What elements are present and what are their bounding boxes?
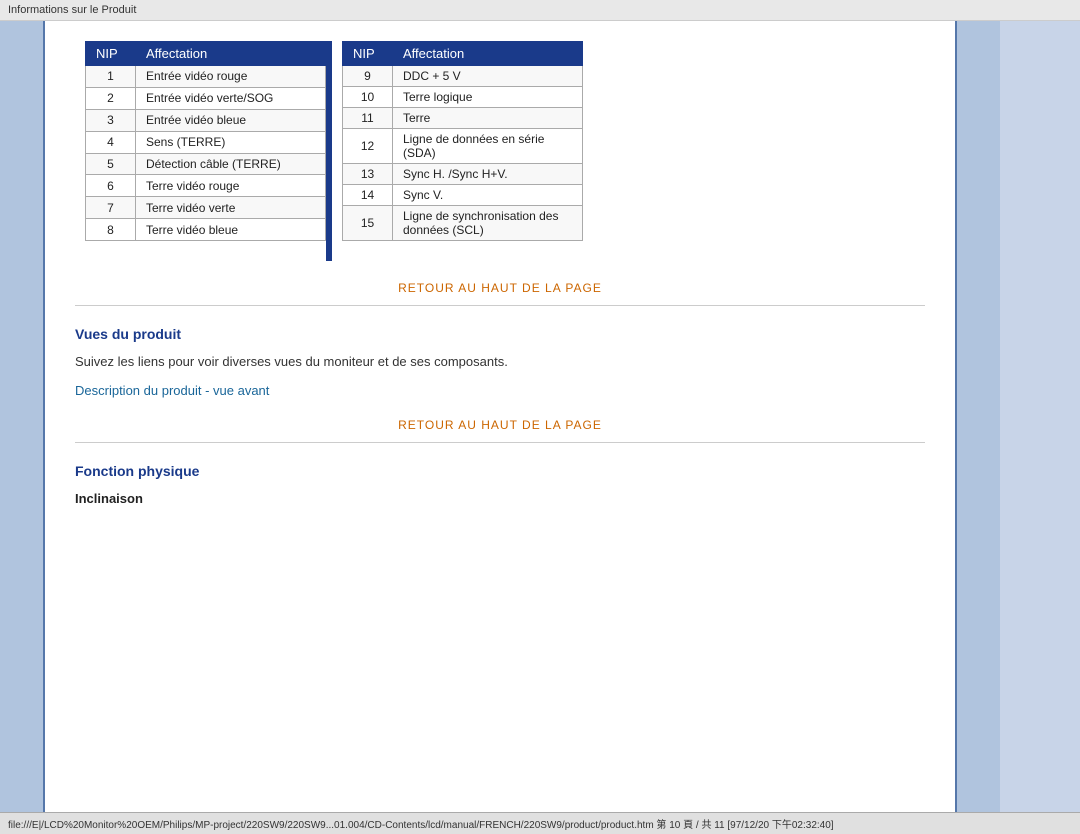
table-row: 12Ligne de données en série (SDA) [343,129,583,164]
table-cell-affectation: Sens (TERRE) [136,131,326,153]
table-cell-nip: 5 [86,153,136,175]
top-bar: Informations sur le Produit [0,0,1080,21]
vues-text: Suivez les liens pour voir diverses vues… [75,354,925,369]
divider-2 [75,442,925,443]
table-row: 14Sync V. [343,185,583,206]
table-row: 11Terre [343,108,583,129]
pin-table-right: NIP Affectation 9DDC + 5 V10Terre logiqu… [342,41,583,241]
table-cell-nip: 7 [86,197,136,219]
table-row: 15Ligne de synchronisation des données (… [343,206,583,241]
left-sidebar [0,21,45,812]
table-cell-nip: 9 [343,66,393,87]
divider-1 [75,305,925,306]
table-cell-affectation: Entrée vidéo verte/SOG [136,87,326,109]
table-right-header-nip: NIP [343,42,393,66]
table-row: 8Terre vidéo bleue [86,219,326,241]
content-area: NIP Affectation 1Entrée vidéo rouge2Entr… [45,21,955,812]
table-left-header-affectation: Affectation [136,42,326,66]
table-divider [326,41,332,261]
table-cell-nip: 3 [86,109,136,131]
table-cell-nip: 12 [343,129,393,164]
table-cell-affectation: Terre vidéo rouge [136,175,326,197]
table-row: 2Entrée vidéo verte/SOG [86,87,326,109]
table-cell-affectation: Détection câble (TERRE) [136,153,326,175]
retour-link-1[interactable]: RETOUR AU HAUT DE LA PAGE [75,281,925,295]
pin-table-wrapper: NIP Affectation 1Entrée vidéo rouge2Entr… [75,41,925,261]
table-right-header-affectation: Affectation [393,42,583,66]
table-row: 7Terre vidéo verte [86,197,326,219]
table-cell-affectation: Terre [393,108,583,129]
vues-title: Vues du produit [75,326,925,342]
table-cell-affectation: Terre vidéo verte [136,197,326,219]
table-cell-affectation: Sync H. /Sync H+V. [393,164,583,185]
table-cell-nip: 10 [343,87,393,108]
table-row: 10Terre logique [343,87,583,108]
table-cell-affectation: Ligne de synchronisation des données (SC… [393,206,583,241]
table-cell-nip: 1 [86,66,136,88]
right-sidebar [955,21,1000,812]
table-cell-affectation: Ligne de données en série (SDA) [393,129,583,164]
retour-link-2[interactable]: RETOUR AU HAUT DE LA PAGE [75,418,925,432]
table-cell-nip: 8 [86,219,136,241]
vues-link[interactable]: Description du produit - vue avant [75,383,925,398]
main-layout: NIP Affectation 1Entrée vidéo rouge2Entr… [0,21,1080,812]
table-row: 1Entrée vidéo rouge [86,66,326,88]
table-row: 5Détection câble (TERRE) [86,153,326,175]
table-row: 3Entrée vidéo bleue [86,109,326,131]
table-cell-affectation: DDC + 5 V [393,66,583,87]
far-right-sidebar [1000,21,1080,812]
table-cell-nip: 13 [343,164,393,185]
fonction-title: Fonction physique [75,463,925,479]
table-cell-nip: 14 [343,185,393,206]
table-row: 9DDC + 5 V [343,66,583,87]
bottom-bar-label: file:///E|/LCD%20Monitor%20OEM/Philips/M… [8,820,834,831]
table-cell-affectation: Terre vidéo bleue [136,219,326,241]
table-cell-affectation: Entrée vidéo rouge [136,66,326,88]
table-row: 6Terre vidéo rouge [86,175,326,197]
inclinaison-label: Inclinaison [75,491,925,506]
table-cell-affectation: Terre logique [393,87,583,108]
top-bar-label: Informations sur le Produit [8,4,136,16]
table-row: 4Sens (TERRE) [86,131,326,153]
pin-table-left: NIP Affectation 1Entrée vidéo rouge2Entr… [85,41,326,241]
table-cell-nip: 6 [86,175,136,197]
table-left-header-nip: NIP [86,42,136,66]
table-cell-nip: 11 [343,108,393,129]
table-row: 13Sync H. /Sync H+V. [343,164,583,185]
table-cell-nip: 4 [86,131,136,153]
bottom-bar: file:///E|/LCD%20Monitor%20OEM/Philips/M… [0,812,1080,834]
table-cell-affectation: Entrée vidéo bleue [136,109,326,131]
table-cell-affectation: Sync V. [393,185,583,206]
table-cell-nip: 2 [86,87,136,109]
table-cell-nip: 15 [343,206,393,241]
